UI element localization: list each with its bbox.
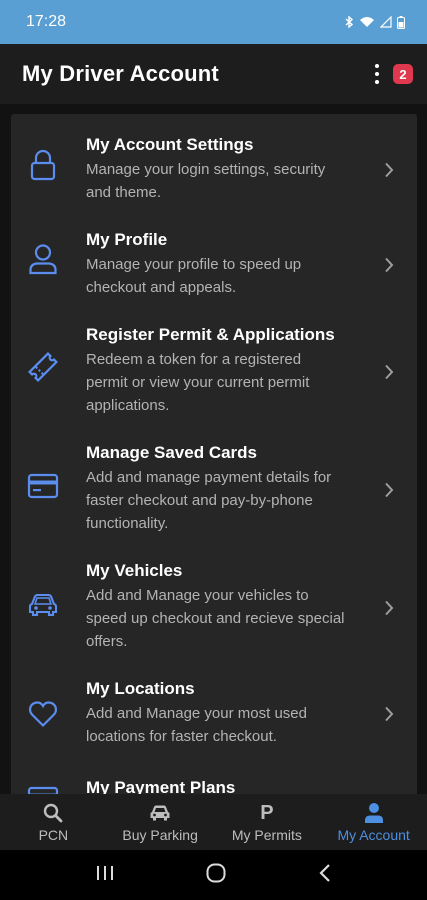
menu-item-account-settings[interactable]: My Account Settings Manage your login se… (11, 114, 417, 209)
status-icons (344, 15, 405, 29)
heart-icon (25, 696, 61, 732)
menu-item-register-permit[interactable]: Register Permit & Applications Redeem a … (11, 304, 417, 422)
menu-item-desc: Add and manage payment details for faste… (86, 469, 332, 532)
car-icon (25, 587, 61, 623)
home-icon[interactable] (205, 862, 227, 889)
search-icon (43, 802, 63, 824)
menu-item-text: Manage Saved Cards Add and manage paymen… (86, 442, 371, 535)
menu-item-title: My Vehicles (86, 561, 183, 580)
lock-icon (25, 147, 61, 183)
menu-item-profile[interactable]: My Profile Manage your profile to speed … (11, 209, 417, 304)
menu-item-text: My Profile Manage your profile to speed … (86, 229, 371, 299)
menu-item-title: My Profile (86, 230, 168, 249)
menu-item-title: Manage Saved Cards (86, 443, 258, 462)
bluetooth-icon (345, 16, 354, 28)
menu-item-title: My Payment Plans (86, 778, 236, 794)
menu-item-desc: Manage your login settings, security and… (86, 161, 326, 201)
nav-item-my-account[interactable]: My Account (320, 794, 427, 850)
menu-item-text: My Vehicles Add and Manage your vehicles… (86, 560, 371, 653)
menu-item-title: My Locations (86, 679, 195, 698)
battery-icon (397, 15, 405, 29)
menu-item-desc: Manage your profile to speed up checkout… (86, 256, 302, 296)
menu-item-desc: Add and Manage your vehicles to speed up… (86, 587, 345, 650)
ticket-icon (25, 349, 61, 385)
chevron-right-icon (381, 362, 397, 382)
menu-item-text: My Payment Plans (86, 777, 371, 794)
signal-icon (380, 16, 392, 28)
account-menu-scroll[interactable]: My Account Settings Manage your login se… (0, 104, 427, 794)
account-menu-card: My Account Settings Manage your login se… (11, 114, 417, 794)
person-icon (364, 802, 384, 824)
recents-icon[interactable] (95, 864, 115, 887)
menu-item-vehicles[interactable]: My Vehicles Add and Manage your vehicles… (11, 540, 417, 658)
menu-item-payment-plans[interactable]: My Payment Plans (11, 753, 417, 794)
menu-item-title: My Account Settings (86, 135, 254, 154)
chevron-right-icon (381, 598, 397, 618)
page-title: My Driver Account (22, 61, 219, 86)
menu-item-text: My Locations Add and Manage your most us… (86, 678, 371, 748)
menu-item-desc: Add and Manage your most used locations … (86, 705, 307, 745)
notification-badge[interactable]: 2 (393, 64, 413, 84)
status-bar: 17:28 (0, 0, 427, 44)
bottom-nav: PCN Buy Parking P My Permits My Account (0, 794, 427, 850)
person-icon (25, 241, 61, 277)
wifi-icon (360, 17, 374, 27)
chevron-right-icon (381, 255, 397, 275)
chevron-right-icon (381, 480, 397, 500)
p-icon: P (260, 801, 274, 824)
nav-item-my-permits[interactable]: P My Permits (214, 794, 321, 850)
menu-item-text: My Account Settings Manage your login se… (86, 134, 371, 204)
system-nav-bar (0, 850, 427, 900)
status-time: 17:28 (26, 13, 67, 30)
menu-item-desc: Redeem a token for a registered permit o… (86, 351, 310, 414)
chevron-right-icon (381, 704, 397, 724)
nav-item-buy-parking[interactable]: Buy Parking (107, 794, 214, 850)
nav-label: Buy Parking (122, 826, 198, 843)
menu-item-text: Register Permit & Applications Redeem a … (86, 324, 371, 417)
header-actions: 2 (371, 63, 413, 85)
menu-item-locations[interactable]: My Locations Add and Manage your most us… (11, 658, 417, 753)
nav-label: My Permits (231, 826, 302, 843)
payment-plan-icon (25, 781, 61, 794)
chevron-right-icon (381, 160, 397, 180)
app-header: My Driver Account 2 (0, 44, 427, 104)
more-vert-icon[interactable] (371, 63, 383, 85)
nav-label: My Account (337, 826, 410, 843)
menu-item-title: Register Permit & Applications (86, 325, 335, 344)
car-icon (149, 802, 171, 824)
back-icon[interactable] (318, 863, 332, 888)
credit-card-icon (25, 468, 61, 504)
nav-label: PCN (38, 826, 69, 843)
nav-item-pcn[interactable]: PCN (0, 794, 107, 850)
menu-item-saved-cards[interactable]: Manage Saved Cards Add and manage paymen… (11, 422, 417, 540)
